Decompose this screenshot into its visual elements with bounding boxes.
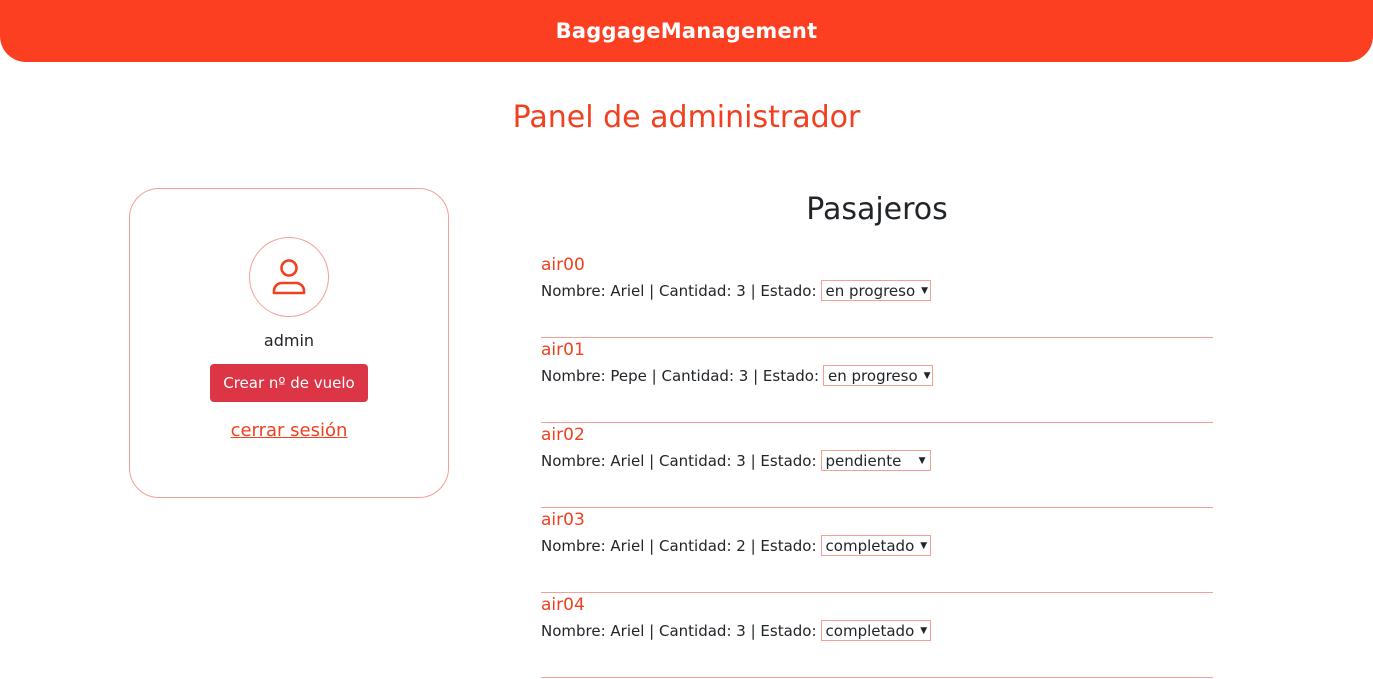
page-title: Panel de administrador (512, 100, 861, 135)
flight-code: air03 (541, 510, 585, 530)
list-item: air01 Nombre: Pepe | Cantidad: 3 | Estad… (541, 338, 1213, 423)
chevron-down-icon: ▼ (918, 455, 926, 466)
create-flight-button[interactable]: Crear nº de vuelo (210, 364, 368, 402)
passenger-details: Nombre: Ariel | Cantidad: 3 | Estado: en… (541, 280, 931, 301)
passengers-panel: Pasajeros air00 Nombre: Ariel | Cantidad… (541, 190, 1213, 678)
passenger-info: Nombre: Ariel | Cantidad: 3 | Estado: (541, 281, 817, 300)
list-item: air03 Nombre: Ariel | Cantidad: 2 | Esta… (541, 508, 1213, 593)
chevron-down-icon: ▼ (921, 285, 929, 296)
user-icon (272, 259, 306, 295)
passenger-details: Nombre: Ariel | Cantidad: 2 | Estado: co… (541, 535, 931, 556)
passenger-list: air00 Nombre: Ariel | Cantidad: 3 | Esta… (541, 253, 1213, 678)
status-select[interactable]: completado ▼ (820, 620, 931, 641)
status-select[interactable]: en progreso ▼ (820, 280, 931, 301)
passenger-details: Nombre: Ariel | Cantidad: 3 | Estado: co… (541, 620, 931, 641)
status-value: en progreso (825, 281, 916, 300)
list-item: air04 Nombre: Ariel | Cantidad: 3 | Esta… (541, 593, 1213, 678)
passenger-details: Nombre: Pepe | Cantidad: 3 | Estado: en … (541, 365, 934, 386)
passenger-details: Nombre: Ariel | Cantidad: 3 | Estado: pe… (541, 450, 931, 471)
flight-code: air01 (541, 340, 585, 360)
status-select[interactable]: en progreso ▼ (823, 365, 934, 386)
status-value: pendiente (825, 451, 902, 470)
list-item: air02 Nombre: Ariel | Cantidad: 3 | Esta… (541, 423, 1213, 508)
status-value: completado (825, 621, 915, 640)
list-item: air00 Nombre: Ariel | Cantidad: 3 | Esta… (541, 253, 1213, 338)
passenger-info: Nombre: Ariel | Cantidad: 2 | Estado: (541, 536, 817, 555)
passengers-title: Pasajeros (806, 192, 948, 227)
passenger-info: Nombre: Ariel | Cantidad: 3 | Estado: (541, 451, 817, 470)
flight-code: air00 (541, 255, 585, 275)
profile-card: admin Crear nº de vuelo cerrar sesión (129, 188, 449, 498)
status-select[interactable]: completado ▼ (820, 535, 931, 556)
chevron-down-icon: ▼ (923, 370, 931, 381)
avatar (249, 237, 329, 317)
brand-title[interactable]: BaggageManagement (556, 19, 818, 43)
chevron-down-icon: ▼ (920, 625, 928, 636)
status-select[interactable]: pendiente ▼ (820, 450, 931, 471)
logout-link[interactable]: cerrar sesión (231, 420, 348, 441)
passenger-info: Nombre: Ariel | Cantidad: 3 | Estado: (541, 621, 817, 640)
status-value: en progreso (828, 366, 918, 385)
passenger-info: Nombre: Pepe | Cantidad: 3 | Estado: (541, 366, 820, 385)
status-value: completado (825, 536, 915, 555)
username-label: admin (263, 331, 315, 350)
flight-code: air04 (541, 595, 585, 615)
chevron-down-icon: ▼ (920, 540, 928, 551)
flight-code: air02 (541, 425, 585, 445)
top-navbar: BaggageManagement (0, 0, 1373, 62)
